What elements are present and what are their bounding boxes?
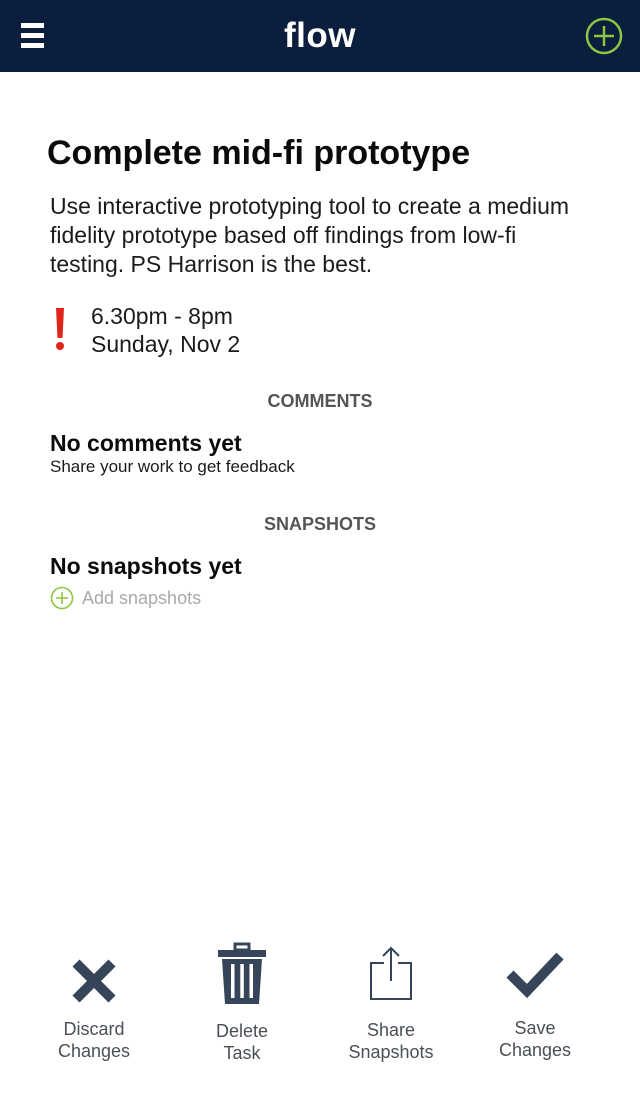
share-label-line1: Share [366, 1020, 416, 1040]
comments-heading: COMMENTS [267, 391, 373, 411]
delete-task-button[interactable]: Delete Task [167, 940, 317, 1070]
exclamation-icon [56, 308, 64, 350]
share-snapshots-button[interactable]: Share Snapshots [316, 940, 466, 1070]
checkmark-icon [506, 952, 564, 999]
task-date: Sunday, Nov 2 [91, 331, 241, 357]
trash-icon [218, 942, 266, 1004]
task-time: 6.30pm - 8pm [91, 303, 233, 329]
delete-label-line2: Task [223, 1043, 261, 1063]
save-label-line2: Changes [498, 1040, 572, 1060]
discard-label-line1: Discard [63, 1019, 125, 1039]
app-header: flow [0, 0, 640, 72]
share-label-line2: Snapshots [348, 1042, 434, 1062]
task-description: Use interactive prototyping tool to crea… [50, 193, 570, 277]
no-comments-subtitle: Share your work to get feedback [50, 457, 295, 476]
share-icon [370, 946, 412, 1000]
plus-circle-icon [50, 586, 74, 610]
x-icon [72, 959, 116, 1003]
save-changes-button[interactable]: Save Changes [460, 940, 610, 1070]
delete-label-line1: Delete [215, 1021, 269, 1041]
plus-circle-icon [585, 17, 623, 55]
discard-changes-button[interactable]: Discard Changes [19, 940, 169, 1070]
save-label-line1: Save [514, 1018, 556, 1038]
discard-label-line2: Changes [57, 1041, 131, 1061]
no-snapshots-title: No snapshots yet [50, 553, 242, 579]
task-schedule: 6.30pm - 8pm Sunday, Nov 2 [91, 302, 240, 358]
task-title: Complete mid-fi prototype [47, 134, 471, 172]
add-snapshots-button[interactable]: Add snapshots [50, 586, 201, 610]
add-snapshots-label: Add snapshots [82, 587, 202, 608]
app-title: flow [284, 16, 356, 55]
snapshots-heading: SNAPSHOTS [263, 514, 377, 534]
add-task-button[interactable] [585, 17, 623, 55]
no-comments-title: No comments yet [50, 430, 242, 456]
